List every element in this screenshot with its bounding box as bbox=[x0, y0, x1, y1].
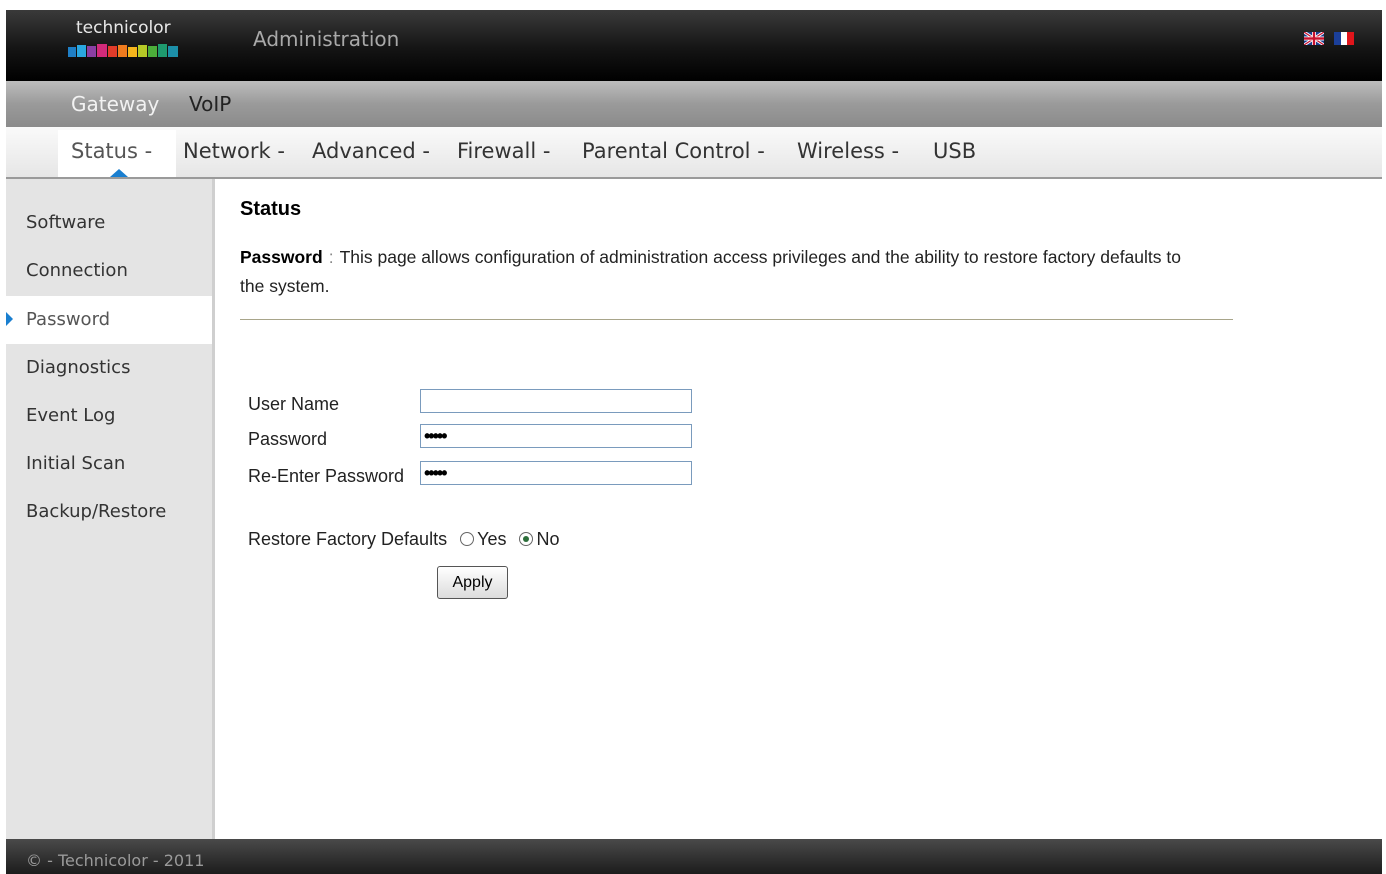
page-frame: technicolor Administration Gateway VoIP … bbox=[6, 10, 1382, 874]
restore-no-label[interactable]: No bbox=[536, 529, 559, 549]
apply-button[interactable]: Apply bbox=[437, 566, 508, 599]
secondary-menu: Status - Network - Advanced - Firewall -… bbox=[6, 127, 1382, 179]
reenter-password-label: Re-Enter Password bbox=[248, 466, 405, 486]
tab-wireless[interactable]: Wireless - bbox=[797, 139, 899, 163]
top-header: technicolor Administration bbox=[6, 10, 1382, 81]
restore-defaults-label: Restore Factory Defaults bbox=[248, 529, 448, 549]
english-flag-icon[interactable] bbox=[1304, 32, 1324, 45]
active-arrow-icon bbox=[6, 312, 13, 326]
logo-text: technicolor bbox=[76, 18, 171, 38]
sidebar-item-diagnostics[interactable]: Diagnostics bbox=[6, 344, 212, 392]
footer: © - Technicolor - 2011 bbox=[6, 839, 1382, 874]
tab-firewall[interactable]: Firewall - bbox=[457, 139, 550, 163]
menu-voip[interactable]: VoIP bbox=[189, 92, 231, 116]
logo-color-bar-icon bbox=[68, 44, 178, 57]
sidebar-item-password[interactable]: Password bbox=[6, 296, 212, 344]
active-tab-pointer-icon bbox=[110, 169, 128, 177]
sidebar-item-label: Connection bbox=[26, 260, 128, 281]
reenter-password-field[interactable]: ••••• bbox=[420, 461, 692, 485]
username-label: User Name bbox=[248, 394, 340, 414]
sidebar-item-label: Initial Scan bbox=[26, 453, 126, 474]
footer-copyright: © - Technicolor - 2011 bbox=[26, 851, 205, 870]
sidebar: Software Connection Password Diagnostics… bbox=[6, 179, 215, 839]
sidebar-item-event-log[interactable]: Event Log bbox=[6, 392, 212, 440]
restore-defaults-row: Restore Factory Defaults Yes No bbox=[248, 529, 560, 550]
page-title: Status bbox=[240, 198, 302, 220]
description-text: This page allows configuration of admini… bbox=[240, 247, 1181, 296]
sidebar-item-label: Backup/Restore bbox=[26, 501, 167, 522]
sidebar-item-label: Event Log bbox=[26, 405, 116, 426]
french-flag-icon[interactable] bbox=[1334, 32, 1354, 45]
technicolor-logo[interactable]: technicolor bbox=[66, 16, 181, 60]
tab-parental-control[interactable]: Parental Control - bbox=[582, 139, 765, 163]
sidebar-item-label: Password bbox=[26, 309, 111, 330]
app-title: Administration bbox=[253, 27, 400, 51]
menu-gateway[interactable]: Gateway bbox=[71, 92, 159, 116]
restore-yes-radio[interactable] bbox=[460, 532, 475, 546]
password-label: Password bbox=[248, 429, 328, 449]
sidebar-item-software[interactable]: Software bbox=[6, 199, 212, 247]
tab-status[interactable]: Status - bbox=[71, 139, 152, 163]
sidebar-item-label: Diagnostics bbox=[26, 357, 131, 378]
password-field[interactable]: ••••• bbox=[420, 424, 692, 448]
sidebar-item-initial-scan[interactable]: Initial Scan bbox=[6, 440, 212, 488]
tab-usb[interactable]: USB bbox=[933, 139, 976, 163]
section-divider bbox=[240, 319, 1233, 320]
tab-advanced[interactable]: Advanced - bbox=[312, 139, 430, 163]
sidebar-item-connection[interactable]: Connection bbox=[6, 247, 212, 295]
primary-menu: Gateway VoIP bbox=[6, 81, 1382, 127]
sidebar-item-backup-restore[interactable]: Backup/Restore bbox=[6, 488, 212, 536]
description-keyword: Password bbox=[240, 247, 323, 267]
page-description: Password: This page allows configuration … bbox=[240, 243, 1200, 301]
tab-network[interactable]: Network - bbox=[183, 139, 285, 163]
sidebar-item-label: Software bbox=[26, 212, 106, 233]
description-separator: : bbox=[328, 247, 334, 267]
username-field[interactable] bbox=[420, 389, 692, 413]
restore-yes-label[interactable]: Yes bbox=[477, 529, 506, 549]
restore-no-radio[interactable] bbox=[519, 532, 534, 546]
